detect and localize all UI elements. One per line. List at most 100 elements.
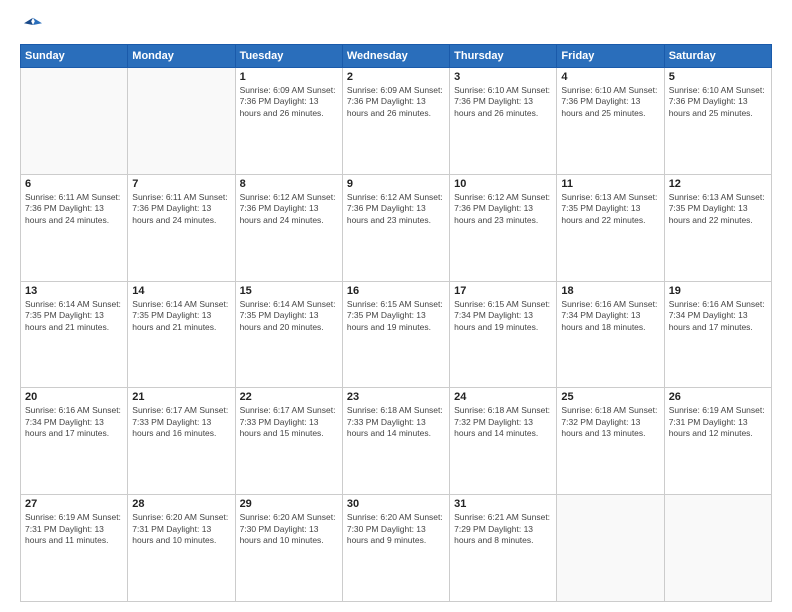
calendar-cell: 22 Sunrise: 6:17 AM Sunset: 7:33 PM Dayli… <box>235 388 342 495</box>
day-info: Sunrise: 6:17 AM Sunset: 7:33 PM Dayligh… <box>240 405 338 439</box>
day-number: 8 <box>240 178 338 190</box>
day-info: Sunrise: 6:10 AM Sunset: 7:36 PM Dayligh… <box>669 85 767 119</box>
day-number: 28 <box>132 498 230 510</box>
page: SundayMondayTuesdayWednesdayThursdayFrid… <box>0 0 792 612</box>
calendar-week-row: 13 Sunrise: 6:14 AM Sunset: 7:35 PM Dayli… <box>21 281 772 388</box>
calendar-cell: 9 Sunrise: 6:12 AM Sunset: 7:36 PM Daylig… <box>342 174 449 281</box>
day-number: 16 <box>347 285 445 297</box>
day-number: 18 <box>561 285 659 297</box>
day-info: Sunrise: 6:18 AM Sunset: 7:33 PM Dayligh… <box>347 405 445 439</box>
day-number: 23 <box>347 391 445 403</box>
day-number: 1 <box>240 71 338 83</box>
calendar-cell: 17 Sunrise: 6:15 AM Sunset: 7:34 PM Dayli… <box>450 281 557 388</box>
header <box>20 16 772 34</box>
day-info: Sunrise: 6:09 AM Sunset: 7:36 PM Dayligh… <box>347 85 445 119</box>
calendar-cell: 31Sunrise: 6:21 AM Sunset: 7:29 PM Dayli… <box>450 495 557 602</box>
day-number: 19 <box>669 285 767 297</box>
day-info: Sunrise: 6:16 AM Sunset: 7:34 PM Dayligh… <box>25 405 123 439</box>
day-number: 2 <box>347 71 445 83</box>
weekday-header-saturday: Saturday <box>664 45 771 68</box>
calendar-cell: 3Sunrise: 6:10 AM Sunset: 7:36 PM Daylig… <box>450 68 557 175</box>
day-info: Sunrise: 6:20 AM Sunset: 7:30 PM Dayligh… <box>240 512 338 546</box>
day-info: Sunrise: 6:17 AM Sunset: 7:33 PM Dayligh… <box>132 405 230 439</box>
weekday-header-row: SundayMondayTuesdayWednesdayThursdayFrid… <box>21 45 772 68</box>
day-info: Sunrise: 6:12 AM Sunset: 7:36 PM Dayligh… <box>240 192 338 226</box>
calendar-cell: 20 Sunrise: 6:16 AM Sunset: 7:34 PM Dayli… <box>21 388 128 495</box>
calendar-week-row: 27Sunrise: 6:19 AM Sunset: 7:31 PM Dayli… <box>21 495 772 602</box>
day-number: 15 <box>240 285 338 297</box>
day-info: Sunrise: 6:14 AM Sunset: 7:35 PM Dayligh… <box>132 299 230 333</box>
calendar-cell <box>21 68 128 175</box>
day-number: 10 <box>454 178 552 190</box>
day-info: Sunrise: 6:14 AM Sunset: 7:35 PM Dayligh… <box>25 299 123 333</box>
day-number: 5 <box>669 71 767 83</box>
day-info: Sunrise: 6:19 AM Sunset: 7:31 PM Dayligh… <box>25 512 123 546</box>
day-info: Sunrise: 6:14 AM Sunset: 7:35 PM Dayligh… <box>240 299 338 333</box>
day-number: 14 <box>132 285 230 297</box>
day-info: Sunrise: 6:12 AM Sunset: 7:36 PM Dayligh… <box>454 192 552 226</box>
weekday-header-monday: Monday <box>128 45 235 68</box>
day-number: 7 <box>132 178 230 190</box>
calendar-cell: 7 Sunrise: 6:11 AM Sunset: 7:36 PM Daylig… <box>128 174 235 281</box>
calendar-cell: 23 Sunrise: 6:18 AM Sunset: 7:33 PM Dayli… <box>342 388 449 495</box>
day-info: Sunrise: 6:21 AM Sunset: 7:29 PM Dayligh… <box>454 512 552 546</box>
day-info: Sunrise: 6:16 AM Sunset: 7:34 PM Dayligh… <box>561 299 659 333</box>
calendar-cell: 28 Sunrise: 6:20 AM Sunset: 7:31 PM Dayli… <box>128 495 235 602</box>
day-number: 21 <box>132 391 230 403</box>
calendar-cell: 14 Sunrise: 6:14 AM Sunset: 7:35 PM Dayli… <box>128 281 235 388</box>
day-info: Sunrise: 6:13 AM Sunset: 7:35 PM Dayligh… <box>669 192 767 226</box>
weekday-header-thursday: Thursday <box>450 45 557 68</box>
day-number: 29 <box>240 498 338 510</box>
day-info: Sunrise: 6:15 AM Sunset: 7:34 PM Dayligh… <box>454 299 552 333</box>
calendar-week-row: 1 Sunrise: 6:09 AM Sunset: 7:36 PM Daylig… <box>21 68 772 175</box>
calendar-cell: 21 Sunrise: 6:17 AM Sunset: 7:33 PM Dayli… <box>128 388 235 495</box>
calendar-cell: 12Sunrise: 6:13 AM Sunset: 7:35 PM Dayli… <box>664 174 771 281</box>
calendar-cell: 16 Sunrise: 6:15 AM Sunset: 7:35 PM Dayli… <box>342 281 449 388</box>
calendar-cell: 27Sunrise: 6:19 AM Sunset: 7:31 PM Dayli… <box>21 495 128 602</box>
day-info: Sunrise: 6:11 AM Sunset: 7:36 PM Dayligh… <box>132 192 230 226</box>
calendar-cell: 4 Sunrise: 6:10 AM Sunset: 7:36 PM Daylig… <box>557 68 664 175</box>
calendar-table: SundayMondayTuesdayWednesdayThursdayFrid… <box>20 44 772 602</box>
day-info: Sunrise: 6:20 AM Sunset: 7:30 PM Dayligh… <box>347 512 445 546</box>
logo-bird-icon <box>24 16 42 34</box>
day-info: Sunrise: 6:19 AM Sunset: 7:31 PM Dayligh… <box>669 405 767 439</box>
calendar-cell: 29 Sunrise: 6:20 AM Sunset: 7:30 PM Dayli… <box>235 495 342 602</box>
calendar-cell: 11Sunrise: 6:13 AM Sunset: 7:35 PM Dayli… <box>557 174 664 281</box>
calendar-week-row: 6Sunrise: 6:11 AM Sunset: 7:36 PM Daylig… <box>21 174 772 281</box>
day-info: Sunrise: 6:10 AM Sunset: 7:36 PM Dayligh… <box>454 85 552 119</box>
calendar-cell: 5 Sunrise: 6:10 AM Sunset: 7:36 PM Daylig… <box>664 68 771 175</box>
calendar-cell: 19 Sunrise: 6:16 AM Sunset: 7:34 PM Dayli… <box>664 281 771 388</box>
day-number: 13 <box>25 285 123 297</box>
weekday-header-tuesday: Tuesday <box>235 45 342 68</box>
day-info: Sunrise: 6:12 AM Sunset: 7:36 PM Dayligh… <box>347 192 445 226</box>
day-number: 30 <box>347 498 445 510</box>
calendar-cell: 10 Sunrise: 6:12 AM Sunset: 7:36 PM Dayli… <box>450 174 557 281</box>
calendar-cell: 18 Sunrise: 6:16 AM Sunset: 7:34 PM Dayli… <box>557 281 664 388</box>
calendar-cell: 1 Sunrise: 6:09 AM Sunset: 7:36 PM Daylig… <box>235 68 342 175</box>
calendar-cell: 2 Sunrise: 6:09 AM Sunset: 7:36 PM Daylig… <box>342 68 449 175</box>
day-number: 17 <box>454 285 552 297</box>
day-number: 26 <box>669 391 767 403</box>
day-number: 25 <box>561 391 659 403</box>
day-number: 20 <box>25 391 123 403</box>
calendar-cell <box>664 495 771 602</box>
day-number: 24 <box>454 391 552 403</box>
day-info: Sunrise: 6:15 AM Sunset: 7:35 PM Dayligh… <box>347 299 445 333</box>
day-info: Sunrise: 6:16 AM Sunset: 7:34 PM Dayligh… <box>669 299 767 333</box>
day-number: 22 <box>240 391 338 403</box>
day-number: 9 <box>347 178 445 190</box>
day-info: Sunrise: 6:20 AM Sunset: 7:31 PM Dayligh… <box>132 512 230 546</box>
calendar-cell: 6Sunrise: 6:11 AM Sunset: 7:36 PM Daylig… <box>21 174 128 281</box>
calendar-week-row: 20 Sunrise: 6:16 AM Sunset: 7:34 PM Dayli… <box>21 388 772 495</box>
day-number: 4 <box>561 71 659 83</box>
calendar-cell: 13 Sunrise: 6:14 AM Sunset: 7:35 PM Dayli… <box>21 281 128 388</box>
day-info: Sunrise: 6:09 AM Sunset: 7:36 PM Dayligh… <box>240 85 338 119</box>
day-info: Sunrise: 6:13 AM Sunset: 7:35 PM Dayligh… <box>561 192 659 226</box>
calendar-cell: 24Sunrise: 6:18 AM Sunset: 7:32 PM Dayli… <box>450 388 557 495</box>
calendar-cell <box>557 495 664 602</box>
calendar-cell: 30 Sunrise: 6:20 AM Sunset: 7:30 PM Dayli… <box>342 495 449 602</box>
day-info: Sunrise: 6:10 AM Sunset: 7:36 PM Dayligh… <box>561 85 659 119</box>
calendar-cell: 25Sunrise: 6:18 AM Sunset: 7:32 PM Dayli… <box>557 388 664 495</box>
calendar-cell: 15 Sunrise: 6:14 AM Sunset: 7:35 PM Dayli… <box>235 281 342 388</box>
weekday-header-friday: Friday <box>557 45 664 68</box>
